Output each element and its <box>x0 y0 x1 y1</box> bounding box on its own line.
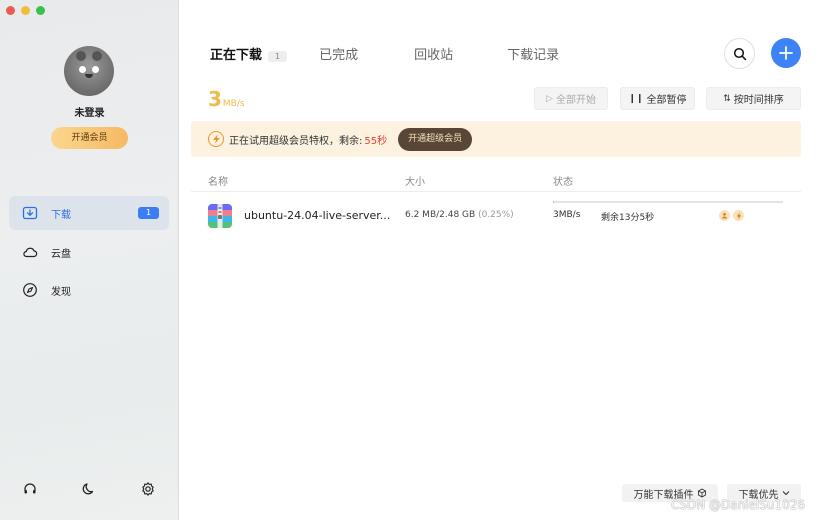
watermark: CSDN @DanielSu1026 <box>670 498 805 512</box>
sidebar-item-download[interactable]: 下载 1 <box>9 196 169 230</box>
search-button[interactable] <box>724 38 755 69</box>
tab-downloading[interactable]: 正在下载 1 <box>210 44 288 63</box>
tab-bar: 正在下载 1 已完成 回收站 下载记录 <box>210 44 559 63</box>
tab-download-history[interactable]: 下载记录 <box>507 44 559 63</box>
tab-completed[interactable]: 已完成 <box>319 44 358 63</box>
chevron-down-icon <box>782 491 789 496</box>
table-row[interactable]: ubuntu-24.04-live-server... 6.2 MB/2.48 … <box>191 198 801 234</box>
table-header: 名称 大小 状态 <box>191 164 801 192</box>
cloud-icon <box>21 243 39 261</box>
tab-count-badge: 1 <box>268 51 288 62</box>
download-progress-bar <box>553 201 783 203</box>
headset-icon[interactable] <box>21 480 39 498</box>
sidebar-item-label: 云盘 <box>51 248 71 260</box>
lightning-icon <box>208 131 224 147</box>
trial-banner: 正在试用超级会员特权，剩余: 55秒 开通超级会员 <box>191 121 801 157</box>
sidebar-item-label: 下载 <box>51 209 71 221</box>
avatar[interactable] <box>64 46 114 96</box>
pause-icon: ❙❙ <box>628 93 644 104</box>
sidebar-item-label: 发现 <box>51 286 71 298</box>
main-panel: 正在下载 1 已完成 回收站 下载记录 3MB/s ▷ 全部开始 ❙❙ 全部暂停 ⇅ 按… <box>180 0 832 520</box>
total-speed: 3MB/s <box>208 87 245 111</box>
tab-label: 正在下载 <box>210 48 263 63</box>
time-remaining: 剩余13分5秒 <box>601 213 655 223</box>
user-boost-icon[interactable] <box>719 210 730 221</box>
add-task-button[interactable] <box>771 38 801 68</box>
file-name: ubuntu-24.04-live-server... <box>244 209 391 222</box>
start-all-label: 全部开始 <box>555 95 596 106</box>
minimize-window-button[interactable] <box>21 6 30 15</box>
sidebar: 未登录 开通会员 下载 1 云盘 发现 <box>0 0 179 520</box>
zoom-window-button[interactable] <box>36 6 45 15</box>
trial-text: 正在试用超级会员特权，剩余: <box>229 135 363 147</box>
play-icon: ▷ <box>546 93 553 104</box>
sort-icon: ⇅ <box>723 93 731 104</box>
download-count-badge: 1 <box>138 207 159 219</box>
trial-remaining: 55秒 <box>364 135 388 147</box>
column-status[interactable]: 状态 <box>553 173 573 188</box>
accelerate-icon[interactable] <box>733 210 744 221</box>
sidebar-footer <box>0 480 179 500</box>
close-window-button[interactable] <box>6 6 15 15</box>
archive-file-icon <box>208 204 232 228</box>
settings-gear-icon[interactable] <box>139 480 157 498</box>
sidebar-item-cloud[interactable]: 云盘 <box>9 235 169 269</box>
download-speed: 3MB/s <box>553 210 581 220</box>
plus-icon <box>779 46 793 60</box>
app-window: 未登录 开通会员 下载 1 云盘 发现 正在下载 1 已完成 回收站 下载记录 … <box>0 0 832 520</box>
progress-fill <box>553 201 555 203</box>
file-size: 6.2 MB/2.48 GB (0.25%) <box>405 210 514 220</box>
user-name[interactable]: 未登录 <box>0 104 179 119</box>
open-vip-button[interactable]: 开通会员 <box>51 127 128 149</box>
tab-recycle-bin[interactable]: 回收站 <box>414 44 453 63</box>
pause-all-label: 全部暂停 <box>646 95 687 106</box>
search-icon <box>733 47 746 60</box>
sort-by-time-button[interactable]: ⇅ 按时间排序 <box>706 87 801 110</box>
column-name[interactable]: 名称 <box>208 173 228 188</box>
pause-all-button[interactable]: ❙❙ 全部暂停 <box>620 87 695 110</box>
download-icon <box>21 204 39 222</box>
column-size[interactable]: 大小 <box>405 173 425 188</box>
sidebar-item-discover[interactable]: 发现 <box>9 273 169 307</box>
window-controls <box>6 6 45 15</box>
sort-label: 按时间排序 <box>733 95 784 106</box>
moon-icon[interactable] <box>80 480 98 498</box>
size-percent: (0.25%) <box>478 210 514 220</box>
start-all-button[interactable]: ▷ 全部开始 <box>534 87 608 110</box>
compass-icon <box>21 281 39 299</box>
size-value: 6.2 MB/2.48 GB <box>405 210 476 220</box>
speed-unit: MB/s <box>222 99 245 109</box>
open-super-vip-button[interactable]: 开通超级会员 <box>398 127 473 151</box>
cube-icon <box>697 488 706 498</box>
speed-value: 3 <box>208 87 222 111</box>
